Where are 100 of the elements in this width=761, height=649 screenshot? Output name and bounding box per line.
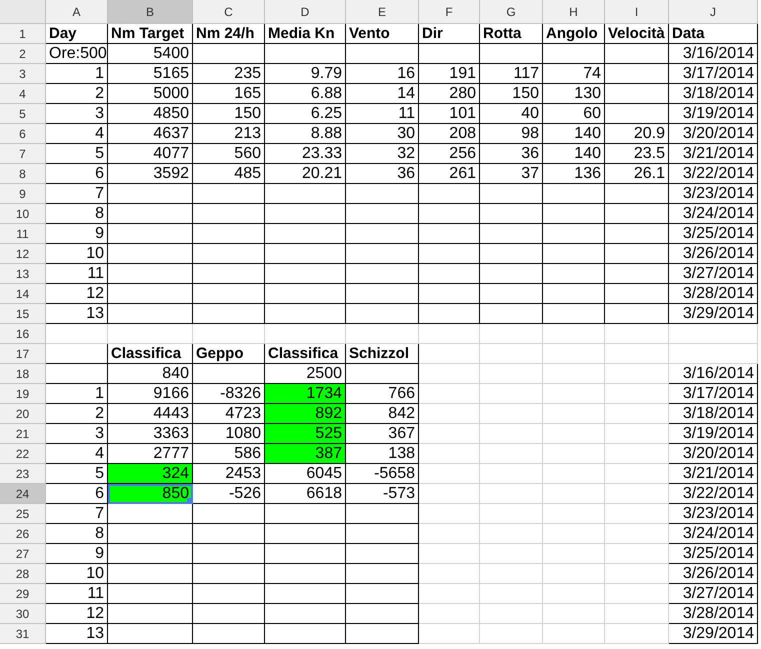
row-header[interactable]: 29	[0, 584, 46, 604]
table-cell	[193, 224, 265, 244]
table-cell	[419, 384, 480, 404]
table-cell	[543, 304, 605, 324]
table-cell	[419, 404, 480, 424]
row-header[interactable]: 22	[0, 444, 46, 464]
table-cell: 3/20/2014	[669, 124, 758, 144]
table-cell	[480, 604, 543, 624]
table-cell	[543, 444, 605, 464]
table-cell: 3/29/2014	[669, 304, 758, 324]
table-cell: 6.88	[265, 84, 346, 104]
row-header[interactable]: 27	[0, 544, 46, 564]
table-cell: 2	[46, 404, 108, 424]
table-cell: 5	[46, 144, 108, 164]
table-cell	[543, 524, 605, 544]
row-header[interactable]: 26	[0, 524, 46, 544]
column-header[interactable]: H	[543, 0, 605, 24]
row-header[interactable]: 23	[0, 464, 46, 484]
table-cell	[543, 224, 605, 244]
row-header[interactable]: 18	[0, 364, 46, 384]
table-cell: 14	[346, 84, 419, 104]
row-header[interactable]: 31	[0, 624, 46, 644]
table-cell	[543, 324, 605, 344]
row-header[interactable]: 14	[0, 284, 46, 304]
row-header[interactable]: 2	[0, 44, 46, 64]
table-cell	[605, 544, 669, 564]
table-cell: 324	[108, 464, 193, 484]
row-header[interactable]: 12	[0, 244, 46, 264]
row-header[interactable]: 25	[0, 504, 46, 524]
column-title-cell: Classifica	[108, 344, 193, 364]
row-header[interactable]: 21	[0, 424, 46, 444]
table-cell	[419, 504, 480, 524]
table-cell: 7	[46, 184, 108, 204]
table-cell	[480, 524, 543, 544]
column-header[interactable]: D	[265, 0, 346, 24]
column-header[interactable]: A	[46, 0, 108, 24]
table-cell: 23.5	[605, 144, 669, 164]
row-header[interactable]: 7	[0, 144, 46, 164]
table-cell: 36	[346, 164, 419, 184]
table-cell: 766	[346, 384, 419, 404]
column-header[interactable]: E	[346, 0, 419, 24]
table-cell: 140	[543, 124, 605, 144]
column-header[interactable]: F	[419, 0, 480, 24]
row-header[interactable]: 15	[0, 304, 46, 324]
table-cell	[605, 384, 669, 404]
table-cell	[46, 364, 108, 384]
table-cell: 36	[480, 144, 543, 164]
row-header[interactable]: 3	[0, 64, 46, 84]
table-cell	[543, 544, 605, 564]
row-header[interactable]: 9	[0, 184, 46, 204]
table-cell: 892	[265, 404, 346, 424]
table-cell: 3/25/2014	[669, 224, 758, 244]
row-header[interactable]: 1	[0, 24, 46, 44]
row-header[interactable]: 20	[0, 404, 46, 424]
row-header[interactable]: 8	[0, 164, 46, 184]
table-cell	[193, 184, 265, 204]
row-header[interactable]: 5	[0, 104, 46, 124]
row-header[interactable]: 19	[0, 384, 46, 404]
table-cell	[419, 484, 480, 504]
row-header[interactable]: 28	[0, 564, 46, 584]
table-cell: -8326	[193, 384, 265, 404]
table-cell	[605, 564, 669, 584]
table-cell: 560	[193, 144, 265, 164]
column-header[interactable]: J	[669, 0, 758, 24]
table-cell	[419, 544, 480, 564]
column-header[interactable]: G	[480, 0, 543, 24]
table-cell: 9	[46, 544, 108, 564]
table-cell	[543, 464, 605, 484]
table-cell	[605, 484, 669, 504]
row-header[interactable]: 4	[0, 84, 46, 104]
table-cell	[605, 244, 669, 264]
table-cell: 3/24/2014	[669, 524, 758, 544]
row-header[interactable]: 17	[0, 344, 46, 364]
table-cell	[605, 184, 669, 204]
table-cell	[480, 244, 543, 264]
row-header[interactable]: 13	[0, 264, 46, 284]
table-cell	[480, 404, 543, 424]
table-cell	[480, 584, 543, 604]
row-header[interactable]: 11	[0, 224, 46, 244]
row-header[interactable]: 24	[0, 484, 46, 504]
select-all-corner[interactable]	[0, 0, 46, 24]
row-header[interactable]: 16	[0, 324, 46, 344]
table-cell	[193, 364, 265, 384]
column-title-cell: Geppo	[193, 344, 265, 364]
fill-handle[interactable]	[187, 498, 192, 503]
row-header[interactable]: 6	[0, 124, 46, 144]
row-header[interactable]: 30	[0, 604, 46, 624]
table-cell	[419, 184, 480, 204]
column-header[interactable]: I	[605, 0, 669, 24]
table-cell	[419, 464, 480, 484]
column-header[interactable]: C	[193, 0, 265, 24]
table-cell: 842	[346, 404, 419, 424]
column-header[interactable]: B	[108, 0, 193, 24]
table-cell: 6618	[265, 484, 346, 504]
table-cell	[605, 584, 669, 604]
row-header[interactable]: 10	[0, 204, 46, 224]
table-cell: 3/16/2014	[669, 44, 758, 64]
column-title-cell: Rotta	[480, 24, 543, 44]
table-cell	[419, 584, 480, 604]
table-cell	[543, 564, 605, 584]
